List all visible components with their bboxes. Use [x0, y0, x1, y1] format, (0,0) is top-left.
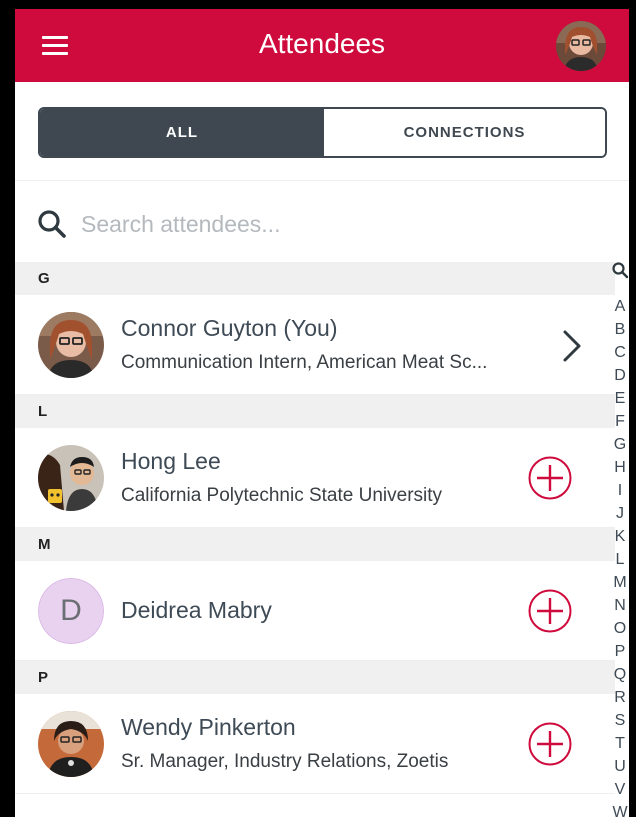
- user-avatar[interactable]: [556, 21, 606, 71]
- chevron-right-icon[interactable]: [561, 328, 583, 364]
- index-letter-w[interactable]: W: [611, 801, 629, 817]
- search-input[interactable]: [81, 206, 561, 242]
- section-letter: M: [38, 536, 51, 553]
- section-header-g: G: [15, 262, 615, 295]
- add-circle-icon[interactable]: [527, 721, 573, 767]
- avatar: [38, 711, 104, 777]
- index-search-icon[interactable]: [611, 261, 629, 279]
- section-header-p: P: [15, 661, 615, 694]
- tab-all[interactable]: ALL: [40, 109, 324, 156]
- avatar: [38, 445, 104, 511]
- divider: [15, 180, 629, 181]
- search-icon: [38, 210, 66, 238]
- section-header-m: M: [15, 528, 615, 561]
- attendee-subtitle: California Polytechnic State University: [121, 485, 443, 506]
- attendee-row-wendy-pinkerton[interactable]: Wendy Pinkerton Sr. Manager, Industry Re…: [15, 694, 615, 794]
- avatar: [38, 312, 104, 378]
- index-letter-m[interactable]: M: [611, 571, 629, 594]
- index-letter-u[interactable]: U: [611, 755, 629, 778]
- index-letter-t[interactable]: T: [611, 732, 629, 755]
- add-circle-icon[interactable]: [527, 455, 573, 501]
- index-letter-i[interactable]: I: [611, 479, 629, 502]
- index-letter-c[interactable]: C: [611, 341, 629, 364]
- section-letter: G: [38, 270, 50, 287]
- index-letter-n[interactable]: N: [611, 594, 629, 617]
- index-letter-e[interactable]: E: [611, 387, 629, 410]
- tab-connections[interactable]: CONNECTIONS: [324, 109, 605, 156]
- search-bar: [15, 192, 629, 262]
- index-letter-a[interactable]: A: [611, 295, 629, 318]
- index-letter-k[interactable]: K: [611, 525, 629, 548]
- index-letter-g[interactable]: G: [611, 433, 629, 456]
- index-letter-f[interactable]: F: [611, 410, 629, 433]
- alphabet-index: A B C D E F G H I J K L M N O P Q R S T …: [611, 261, 629, 817]
- section-letter: L: [38, 403, 48, 420]
- index-letter-q[interactable]: Q: [611, 663, 629, 686]
- index-letter-d[interactable]: D: [611, 364, 629, 387]
- index-letter-o[interactable]: O: [611, 617, 629, 640]
- page-title: Attendees: [258, 28, 386, 59]
- index-letter-l[interactable]: L: [611, 548, 629, 571]
- avatar: D: [38, 578, 104, 644]
- attendee-row-hong-lee[interactable]: Hong Lee California Polytechnic State Un…: [15, 428, 615, 528]
- index-letter-b[interactable]: B: [611, 318, 629, 341]
- attendee-name: Deidrea Mabry: [121, 597, 272, 623]
- add-circle-icon[interactable]: [527, 588, 573, 634]
- index-letter-h[interactable]: H: [611, 456, 629, 479]
- attendee-row-connor-guyton[interactable]: Connor Guyton (You) Communication Intern…: [15, 295, 615, 395]
- attendee-name: Hong Lee: [121, 448, 221, 474]
- attendee-name: Wendy Pinkerton: [121, 714, 296, 740]
- screen-border-right: [629, 0, 636, 817]
- index-letter-p[interactable]: P: [611, 640, 629, 663]
- avatar-initial: D: [38, 578, 104, 644]
- index-letter-j[interactable]: J: [611, 502, 629, 525]
- app-header: Attendees: [15, 9, 629, 82]
- screen-border-top: [0, 0, 636, 9]
- attendee-subtitle: Communication Intern, American Meat Sc..…: [121, 352, 488, 373]
- section-header-l: L: [15, 395, 615, 428]
- attendee-filter-tabs: ALL CONNECTIONS: [38, 107, 607, 158]
- screen-border-left: [0, 0, 15, 817]
- index-letter-v[interactable]: V: [611, 778, 629, 801]
- section-letter: P: [38, 669, 49, 686]
- attendee-subtitle: Sr. Manager, Industry Relations, Zoetis: [121, 751, 449, 772]
- index-letter-s[interactable]: S: [611, 709, 629, 732]
- attendee-name: Connor Guyton (You): [121, 315, 338, 341]
- screen: Attendees ALL CONNECTIONS Search attende…: [0, 0, 636, 817]
- attendee-row-deidrea-mabry[interactable]: D Deidrea Mabry: [15, 561, 615, 661]
- index-letter-r[interactable]: R: [611, 686, 629, 709]
- attendees-screen: Attendees ALL CONNECTIONS Search attende…: [15, 9, 629, 817]
